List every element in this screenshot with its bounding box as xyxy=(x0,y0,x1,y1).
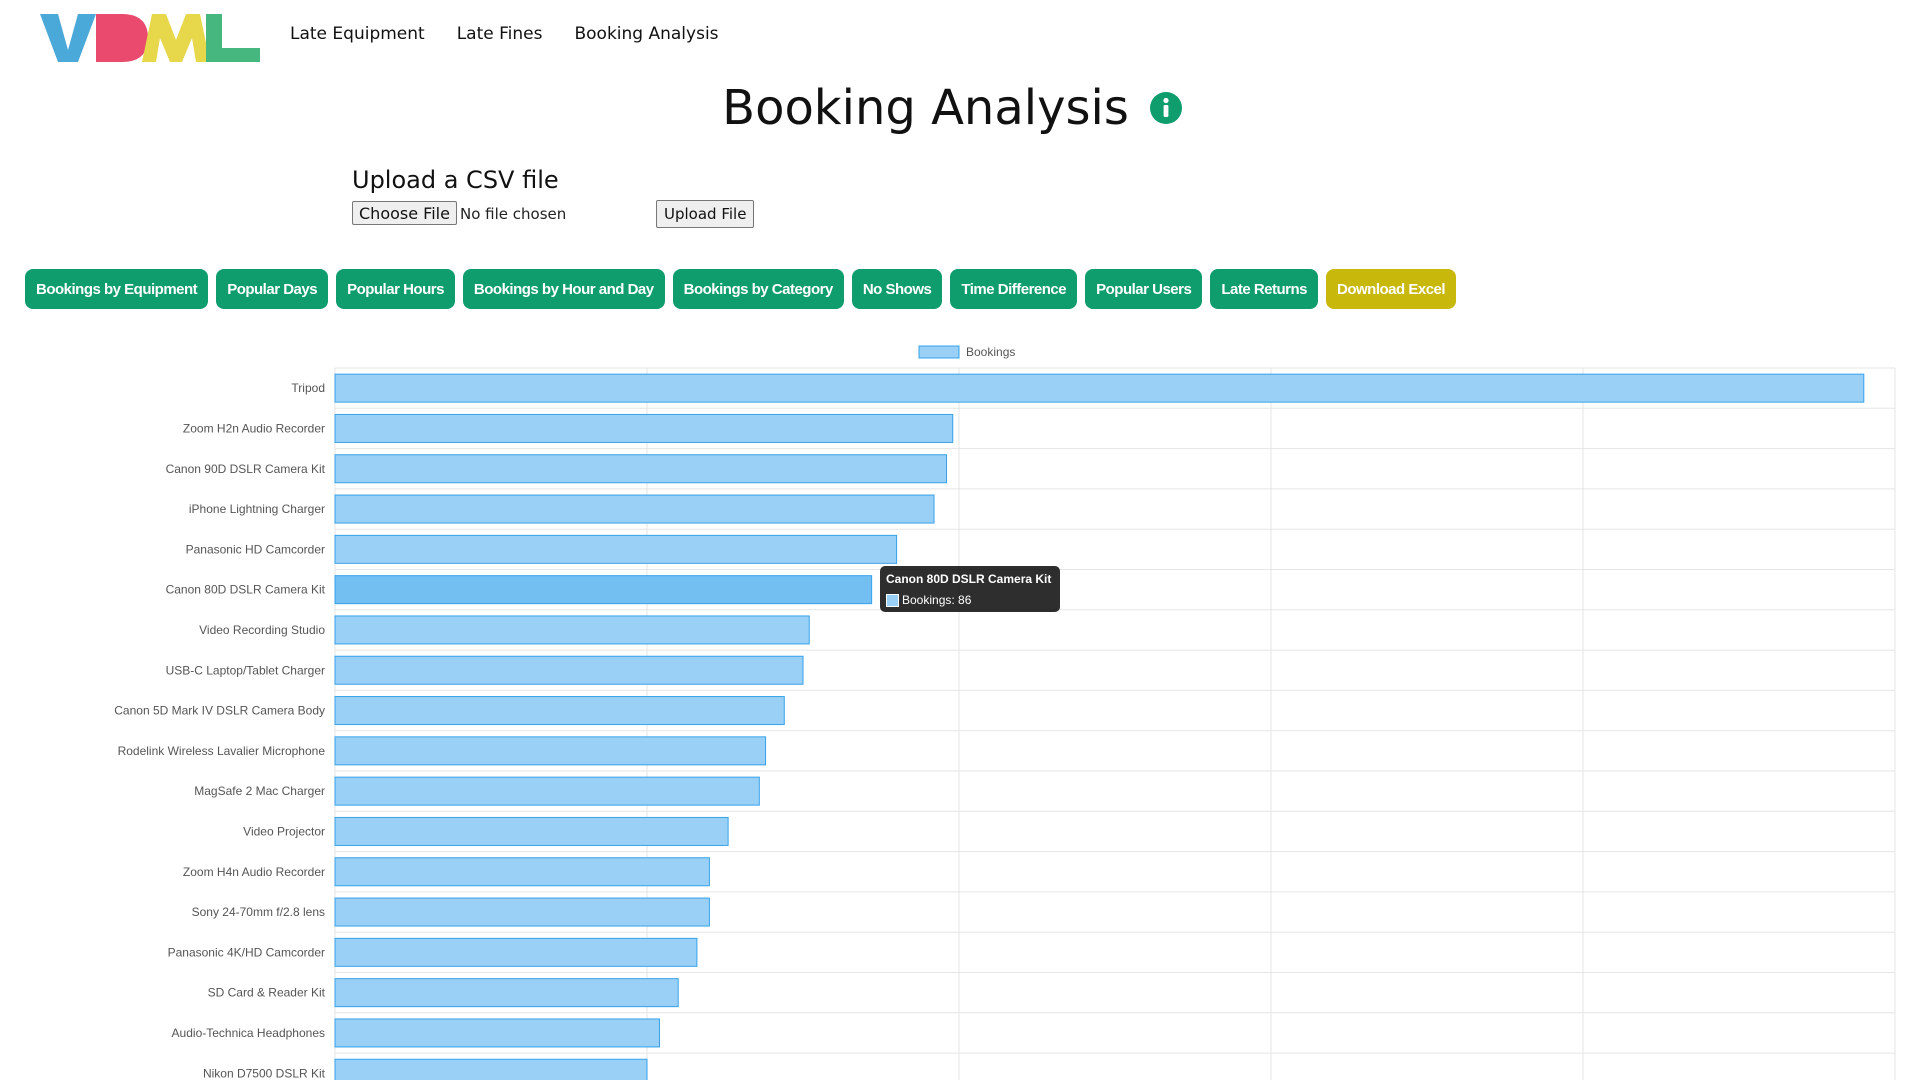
y-tick-label: SD Card & Reader Kit xyxy=(208,986,326,1000)
upload-heading: Upload a CSV file xyxy=(352,166,559,194)
bar xyxy=(334,776,760,806)
y-tick-label: Tripod xyxy=(291,381,325,395)
y-tick-label: Canon 5D Mark IV DSLR Camera Body xyxy=(114,704,325,718)
info-icon[interactable] xyxy=(1149,91,1183,125)
tab-bookings-by-category[interactable]: Bookings by Category xyxy=(672,269,844,309)
bar xyxy=(334,696,785,726)
tab-time-difference[interactable]: Time Difference xyxy=(950,269,1078,309)
tab-popular-hours[interactable]: Popular Hours xyxy=(336,269,455,309)
bookings-chart[interactable]: Bookings Tripod Zoom H2n Audio Recorder Can… xyxy=(0,330,1905,1080)
y-tick-label: Nikon D7500 DSLR Kit xyxy=(203,1066,326,1080)
y-tick-label: Canon 80D DSLR Camera Kit xyxy=(166,583,326,597)
file-status: No file chosen xyxy=(460,205,567,223)
y-tick-label: Zoom H4n Audio Recorder xyxy=(183,865,325,879)
tab-popular-users[interactable]: Popular Users xyxy=(1085,269,1203,309)
page-title-wrap: Booking Analysis xyxy=(0,80,1905,136)
y-tick-label: USB-C Laptop/Tablet Charger xyxy=(166,663,325,677)
bar xyxy=(334,534,898,564)
vdml-logo[interactable] xyxy=(40,10,260,66)
vdml-logo-graphic xyxy=(40,14,260,62)
bar xyxy=(334,857,710,887)
chart-tooltip: Canon 80D DSLR Camera Kit Bookings: 86 xyxy=(880,566,1060,612)
choose-file-button[interactable]: Choose File xyxy=(352,201,457,225)
y-tick-label: Video Projector xyxy=(243,824,325,838)
bar xyxy=(334,978,679,1008)
nav-booking-analysis[interactable]: Booking Analysis xyxy=(574,24,718,44)
bar xyxy=(334,736,767,766)
legend-label: Bookings xyxy=(966,345,1015,359)
y-tick-label: MagSafe 2 Mac Charger xyxy=(194,784,325,798)
y-tick-label: Zoom H2n Audio Recorder xyxy=(183,421,325,435)
page-title: Booking Analysis xyxy=(722,80,1129,136)
bar xyxy=(334,816,729,846)
tooltip-row: Bookings: 86 xyxy=(886,593,971,607)
tooltip-title: Canon 80D DSLR Camera Kit xyxy=(886,572,1052,586)
tooltip-label: Bookings: 86 xyxy=(902,593,972,607)
bookings-chart-svg: Bookings Tripod Zoom H2n Audio Recorder Can… xyxy=(114,345,1896,1080)
bar xyxy=(334,494,935,524)
y-tick-label: Audio-Technica Headphones xyxy=(172,1026,325,1040)
y-tick-label: Video Recording Studio xyxy=(199,623,325,637)
y-tick-label: iPhone Lightning Charger xyxy=(189,502,325,516)
bar xyxy=(334,454,948,484)
y-tick-label: Canon 90D DSLR Camera Kit xyxy=(166,462,326,476)
y-tick-label: Sony 24-70mm f/2.8 lens xyxy=(192,905,325,919)
tab-bookings-by-equipment[interactable]: Bookings by Equipment xyxy=(25,269,209,309)
tab-popular-days[interactable]: Popular Days xyxy=(216,269,329,309)
bar xyxy=(334,1018,660,1048)
nav-late-fines[interactable]: Late Fines xyxy=(457,24,543,44)
legend-swatch xyxy=(918,345,960,359)
bar xyxy=(334,937,698,967)
bar xyxy=(334,575,873,605)
bar xyxy=(334,413,954,443)
bar xyxy=(334,897,710,927)
tab-late-returns[interactable]: Late Returns xyxy=(1210,269,1319,309)
download-excel-button[interactable]: Download Excel xyxy=(1326,269,1457,309)
analysis-tabs: Bookings by Equipment Popular Days Popul… xyxy=(25,269,1457,309)
bar xyxy=(334,655,804,685)
bar xyxy=(334,373,1865,403)
bar xyxy=(334,1058,648,1080)
y-tick-label: Rodelink Wireless Lavalier Microphone xyxy=(118,744,326,758)
tooltip-swatch xyxy=(886,593,899,607)
upload-file-button[interactable]: Upload File xyxy=(656,200,755,228)
main-nav: Late Equipment Late Fines Booking Analys… xyxy=(290,24,719,44)
y-tick-label: Panasonic 4K/HD Camcorder xyxy=(168,945,325,959)
nav-late-equipment[interactable]: Late Equipment xyxy=(290,24,425,44)
y-tick-label: Panasonic HD Camcorder xyxy=(186,542,325,556)
tab-no-shows[interactable]: No Shows xyxy=(851,269,943,309)
bar xyxy=(334,615,810,645)
tab-bookings-by-hour-and-day[interactable]: Bookings by Hour and Day xyxy=(462,269,665,309)
